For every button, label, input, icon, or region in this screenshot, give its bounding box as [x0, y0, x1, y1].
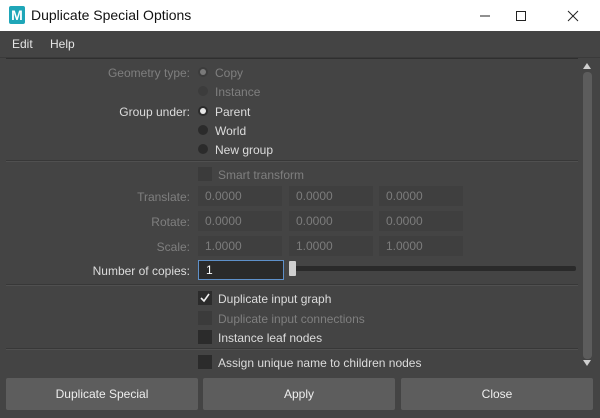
- title-bar: M Duplicate Special Options: [0, 0, 600, 31]
- duplicate-input-graph-label: Duplicate input graph: [218, 292, 332, 306]
- assign-unique-name-checkbox[interactable]: [198, 355, 212, 369]
- section-divider: [6, 284, 578, 286]
- group-under-label: Group under:: [119, 105, 190, 119]
- scale-z-field[interactable]: 1.0000: [379, 236, 463, 256]
- group-parent-label: Parent: [215, 105, 251, 119]
- group-new-group-radio[interactable]: [198, 144, 208, 154]
- group-new-group-label: New group: [215, 143, 274, 157]
- rotate-z-field[interactable]: 0.0000: [379, 211, 463, 231]
- duplicate-input-graph-checkbox[interactable]: [198, 291, 212, 305]
- group-world-label: World: [215, 124, 247, 138]
- group-parent-radio[interactable]: [198, 106, 208, 116]
- geometry-copy-radio[interactable]: [198, 67, 208, 77]
- geometry-copy-label: Copy: [215, 66, 244, 80]
- scroll-up-icon: [583, 63, 591, 69]
- maximize-button[interactable]: [498, 0, 544, 31]
- maximize-icon: [516, 11, 526, 21]
- smart-transform-checkbox[interactable]: [198, 167, 212, 181]
- assign-unique-name-label: Assign unique name to children nodes: [218, 356, 422, 370]
- rotate-y-field[interactable]: 0.0000: [289, 211, 373, 231]
- section-divider: [6, 348, 578, 350]
- group-world-radio[interactable]: [198, 125, 208, 135]
- close-button[interactable]: Close: [401, 378, 593, 410]
- number-of-copies-label: Number of copies:: [92, 264, 190, 278]
- translate-y-field[interactable]: 0.0000: [289, 186, 373, 206]
- translate-x-field[interactable]: 0.0000: [198, 186, 282, 206]
- rotate-x-field[interactable]: 0.0000: [198, 211, 282, 231]
- maya-app-icon: M: [9, 6, 25, 24]
- translate-z-field[interactable]: 0.0000: [379, 186, 463, 206]
- geometry-instance-radio[interactable]: [198, 86, 208, 96]
- copies-slider-track[interactable]: [292, 266, 576, 271]
- smart-transform-label: Smart transform: [218, 168, 305, 182]
- section-divider: [6, 160, 578, 162]
- menu-bar: Edit Help: [0, 31, 600, 58]
- translate-label: Translate:: [137, 190, 190, 204]
- scale-label: Scale:: [156, 240, 190, 254]
- menu-edit[interactable]: Edit: [12, 37, 33, 51]
- duplicate-special-button[interactable]: Duplicate Special: [6, 378, 198, 410]
- checkmark-icon: [200, 293, 210, 303]
- geometry-type-label: Geometry type:: [107, 66, 190, 80]
- rotate-label: Rotate:: [151, 215, 190, 229]
- copies-slider-handle[interactable]: [289, 261, 296, 276]
- geometry-instance-label: Instance: [215, 85, 261, 99]
- minimize-icon: [480, 15, 490, 17]
- scale-x-field[interactable]: 1.0000: [198, 236, 282, 256]
- instance-leaf-nodes-label: Instance leaf nodes: [218, 331, 323, 345]
- number-of-copies-input[interactable]: 1: [198, 260, 284, 280]
- duplicate-input-connections-label: Duplicate input connections: [218, 312, 365, 326]
- duplicate-input-connections-checkbox[interactable]: [198, 311, 212, 325]
- menu-help[interactable]: Help: [50, 37, 75, 51]
- window-title: Duplicate Special Options: [31, 7, 192, 23]
- scale-y-field[interactable]: 1.0000: [289, 236, 373, 256]
- instance-leaf-nodes-checkbox[interactable]: [198, 330, 212, 344]
- scrollbar-thumb[interactable]: [583, 72, 592, 359]
- close-window-button[interactable]: [550, 0, 596, 31]
- close-icon: [567, 10, 579, 22]
- scroll-down-icon: [583, 360, 591, 366]
- apply-button[interactable]: Apply: [203, 378, 395, 410]
